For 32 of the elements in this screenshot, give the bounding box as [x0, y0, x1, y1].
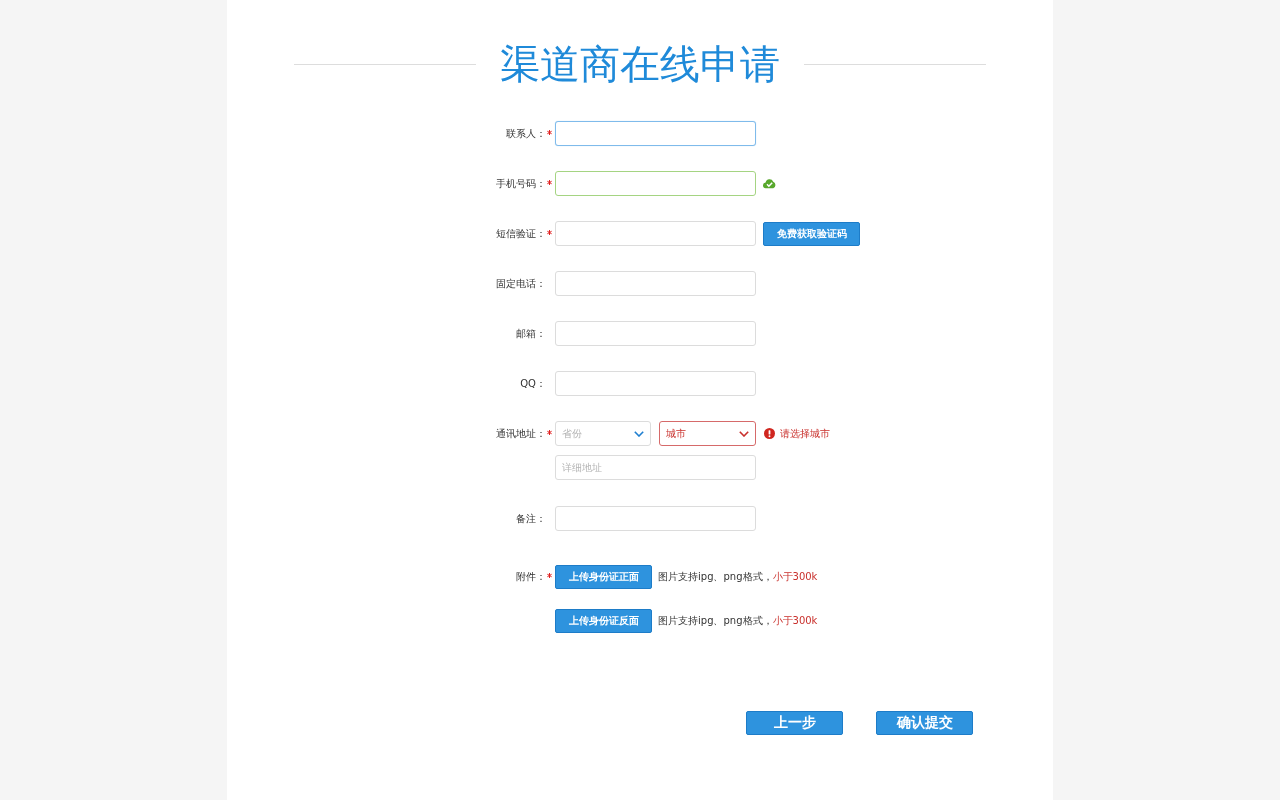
- select-field[interactable]: 城市: [659, 421, 756, 446]
- field-label: 通讯地址：: [496, 427, 546, 441]
- page-title: 渠道商在线申请: [500, 40, 780, 88]
- field-label: 联系人：: [506, 127, 546, 141]
- input-field[interactable]: [555, 371, 756, 396]
- alert-icon: [764, 428, 775, 439]
- input-field[interactable]: [555, 321, 756, 346]
- select-field[interactable]: 省份: [555, 421, 651, 446]
- field-label: 短信验证：: [496, 227, 546, 241]
- input-field[interactable]: [555, 271, 756, 296]
- size-limit-note: 小于300k: [772, 613, 818, 628]
- input-field[interactable]: [555, 171, 756, 196]
- upload-hint: 图片支持ipg、png格式，: [658, 569, 773, 584]
- field-label: 附件：: [516, 570, 546, 584]
- upload-button[interactable]: 上传身份证正面: [555, 564, 652, 589]
- previous-step-button[interactable]: 上一步: [746, 711, 843, 735]
- field-label: 固定电话：: [496, 277, 546, 291]
- chevron-down-icon: [634, 430, 644, 437]
- field-label: 备注：: [516, 512, 546, 526]
- size-limit-note: 小于300k: [772, 569, 818, 584]
- input-field[interactable]: [555, 506, 756, 531]
- chevron-down-icon: [739, 430, 749, 437]
- error-message: 请选择城市: [780, 426, 830, 441]
- submit-button[interactable]: 确认提交: [876, 711, 973, 735]
- field-label: 邮箱：: [516, 327, 546, 341]
- field-label: 手机号码：: [496, 177, 546, 191]
- input-field[interactable]: [555, 221, 756, 246]
- upload-hint: 图片支持ipg、png格式，: [658, 613, 773, 628]
- field-label: QQ：: [520, 377, 546, 391]
- get-code-button[interactable]: 免费获取验证码: [763, 221, 860, 246]
- input-field[interactable]: [555, 121, 756, 146]
- upload-button[interactable]: 上传身份证反面: [555, 608, 652, 633]
